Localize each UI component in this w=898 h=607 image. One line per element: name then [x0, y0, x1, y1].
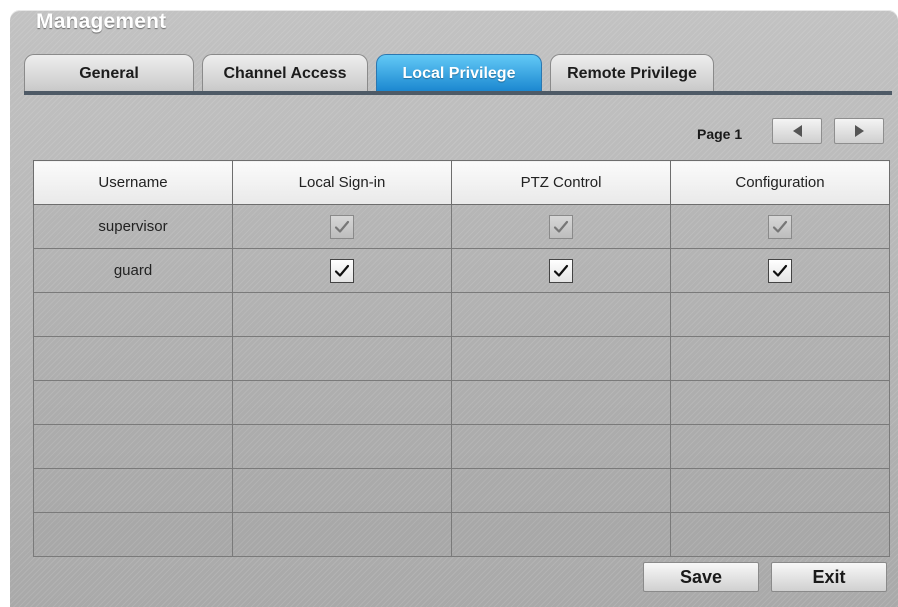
configuration-checkbox[interactable]	[768, 258, 792, 283]
local-sign-in-cell	[232, 292, 452, 337]
username-cell	[33, 468, 233, 513]
window-title: Management	[36, 10, 167, 33]
triangle-left-icon	[792, 125, 802, 137]
column-header-ptz-control: PTZ Control	[451, 160, 671, 205]
configuration-cell	[670, 512, 890, 557]
ptz-control-cell	[451, 292, 671, 337]
table-row	[33, 468, 890, 513]
page-indicator: Page 1	[697, 126, 743, 142]
column-header-local-sign-in: Local Sign-in	[232, 160, 452, 205]
column-header-configuration: Configuration	[670, 160, 890, 205]
tab-underline	[24, 91, 892, 95]
configuration-cell	[670, 424, 890, 469]
tab-general[interactable]: General	[24, 54, 194, 92]
ptz-control-cell	[451, 424, 671, 469]
column-header-username: Username	[33, 160, 233, 205]
local-sign-in-cell	[232, 468, 452, 513]
configuration-cell	[670, 248, 890, 293]
tab-channel-access[interactable]: Channel Access	[202, 54, 368, 92]
ptz-control-cell	[451, 512, 671, 557]
ptz-control-checkbox[interactable]	[549, 258, 573, 283]
table-row	[33, 512, 890, 557]
table-header-row: Username Local Sign-in PTZ Control Confi…	[33, 160, 890, 205]
save-button[interactable]: Save	[643, 562, 759, 592]
ptz-control-cell	[451, 336, 671, 381]
local-sign-in-cell	[232, 204, 452, 249]
exit-button[interactable]: Exit	[771, 562, 887, 592]
configuration-cell	[670, 204, 890, 249]
table-row	[33, 380, 890, 425]
configuration-cell	[670, 380, 890, 425]
local-sign-in-checkbox	[330, 214, 354, 239]
username-cell	[33, 336, 233, 381]
table-row	[33, 292, 890, 337]
username-cell: guard	[33, 248, 233, 293]
configuration-checkbox	[768, 214, 792, 239]
local-sign-in-cell	[232, 380, 452, 425]
table-row	[33, 424, 890, 469]
next-page-button[interactable]	[834, 118, 884, 144]
local-sign-in-cell	[232, 336, 452, 381]
username-cell	[33, 512, 233, 557]
local-sign-in-cell	[232, 248, 452, 293]
table-row	[33, 336, 890, 381]
ptz-control-cell	[451, 380, 671, 425]
local-sign-in-cell	[232, 512, 452, 557]
ptz-control-cell	[451, 248, 671, 293]
ptz-control-checkbox	[549, 214, 573, 239]
ptz-control-cell	[451, 204, 671, 249]
privilege-table: Username Local Sign-in PTZ Control Confi…	[33, 160, 890, 557]
table-row: supervisor	[33, 204, 890, 249]
triangle-right-icon	[854, 125, 864, 137]
table-row: guard	[33, 248, 890, 293]
local-sign-in-checkbox[interactable]	[330, 258, 354, 283]
tab-local-privilege[interactable]: Local Privilege	[376, 54, 542, 92]
username-cell	[33, 380, 233, 425]
previous-page-button[interactable]	[772, 118, 822, 144]
local-sign-in-cell	[232, 424, 452, 469]
configuration-cell	[670, 468, 890, 513]
username-cell	[33, 424, 233, 469]
configuration-cell	[670, 292, 890, 337]
username-cell	[33, 292, 233, 337]
username-cell: supervisor	[33, 204, 233, 249]
tab-remote-privilege[interactable]: Remote Privilege	[550, 54, 714, 92]
configuration-cell	[670, 336, 890, 381]
ptz-control-cell	[451, 468, 671, 513]
